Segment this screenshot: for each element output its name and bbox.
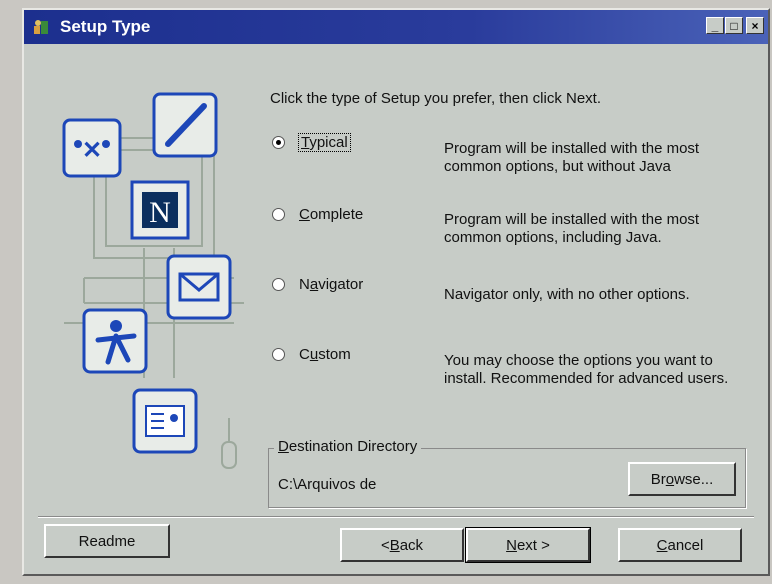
svg-text:N: N	[149, 196, 171, 229]
typical-description: Program will be installed with the most …	[444, 140, 700, 175]
setup-type-dialog: Setup Type _ □ × N ✕ Click the type of S…	[22, 8, 770, 576]
mail-icon	[166, 254, 232, 320]
option-custom[interactable]: Custom	[272, 346, 351, 363]
typical-label[interactable]: Typical	[298, 133, 351, 152]
navigator-radio[interactable]	[272, 278, 285, 291]
custom-label[interactable]: Custom	[299, 346, 351, 363]
option-typical[interactable]: Typical	[272, 133, 351, 152]
custom-radio[interactable]	[272, 348, 285, 361]
maximize-button[interactable]: □	[725, 17, 743, 34]
back-button[interactable]: < Back	[340, 528, 464, 562]
title-bar[interactable]: Setup Type _ □ ×	[24, 10, 768, 44]
instant-messenger-icon	[82, 308, 148, 374]
next-button[interactable]: Next >	[465, 527, 591, 563]
readme-button[interactable]: Readme	[44, 524, 170, 558]
typical-radio[interactable]	[272, 136, 285, 149]
window-title: Setup Type	[60, 17, 151, 36]
minimize-button[interactable]: _	[706, 17, 724, 34]
separator	[38, 516, 754, 518]
navigator-label[interactable]: Navigator	[299, 276, 363, 293]
netscape-icon: N	[130, 180, 190, 240]
setup-app-icon	[34, 20, 48, 34]
address-book-icon	[132, 388, 198, 454]
complete-label[interactable]: Complete	[299, 206, 363, 223]
navigator-description: Navigator only, with no other options.	[444, 286, 690, 303]
complete-radio[interactable]	[272, 208, 285, 221]
destination-path: C:\Arquivos de	[278, 476, 377, 493]
browse-button[interactable]: Br o wse...	[628, 462, 736, 496]
custom-description: You may choose the options you want to i…	[444, 352, 729, 387]
pen-icon	[152, 92, 218, 158]
setup-illustration: N ✕	[62, 92, 244, 469]
instructions-text: Click the type of Setup you prefer, then…	[270, 90, 601, 107]
network-icon: ✕	[62, 118, 122, 178]
complete-description: Program will be installed with the most …	[444, 211, 700, 246]
option-navigator[interactable]: Navigator	[272, 276, 363, 293]
cancel-button[interactable]: Cancel	[618, 528, 742, 562]
svg-text:✕: ✕	[82, 137, 102, 164]
destination-label: Destination Directory	[274, 438, 422, 455]
close-button[interactable]: ×	[746, 17, 764, 34]
option-complete[interactable]: Complete	[272, 206, 363, 223]
